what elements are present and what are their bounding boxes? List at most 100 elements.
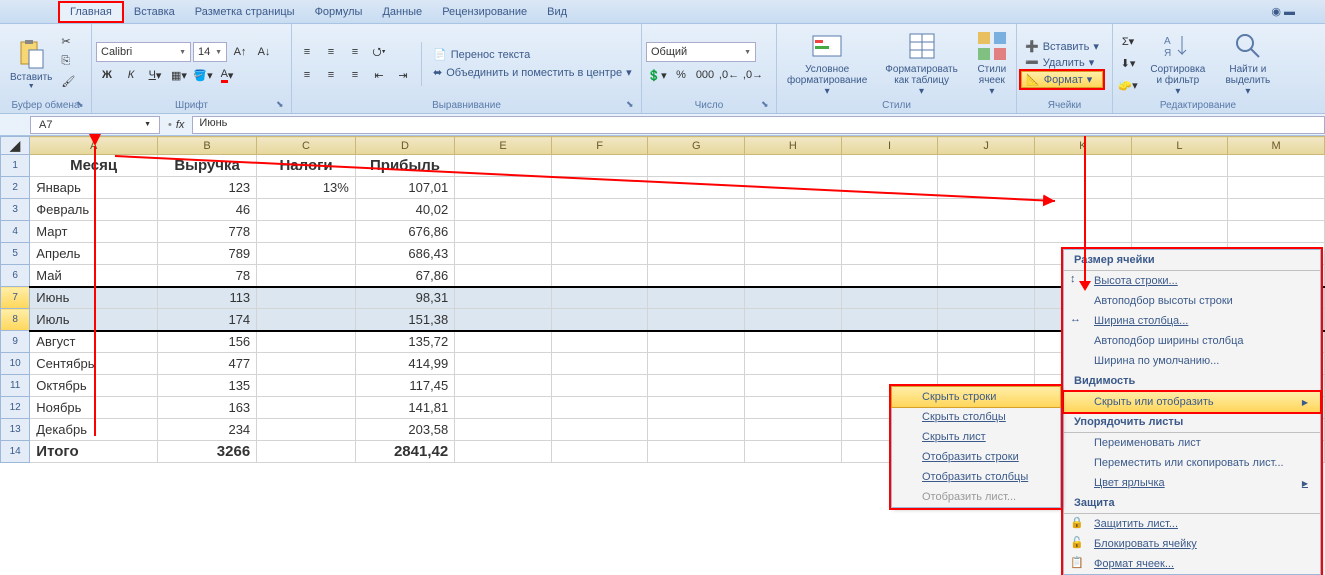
- cell[interactable]: [455, 441, 552, 463]
- cell[interactable]: 78: [158, 265, 257, 287]
- cell[interactable]: [745, 221, 842, 243]
- cell[interactable]: [938, 155, 1035, 177]
- cell[interactable]: [551, 243, 648, 265]
- cell[interactable]: [551, 155, 648, 177]
- cell[interactable]: Апрель: [30, 243, 158, 265]
- copy-icon[interactable]: ⎘: [61, 55, 81, 73]
- cell[interactable]: [1228, 221, 1325, 243]
- cell[interactable]: Налоги: [257, 155, 356, 177]
- menu-lock-cell[interactable]: 🔓Блокировать ячейку: [1064, 534, 1320, 554]
- cell[interactable]: [455, 243, 552, 265]
- col-header-H[interactable]: H: [745, 137, 842, 155]
- cell[interactable]: Октябрь: [30, 375, 158, 397]
- cell[interactable]: [938, 309, 1035, 331]
- clipboard-launcher[interactable]: ⬊: [76, 99, 88, 111]
- cell[interactable]: 2841,42: [355, 441, 454, 463]
- cell[interactable]: [551, 199, 648, 221]
- tab-home[interactable]: Главная: [58, 1, 124, 23]
- cell[interactable]: [257, 331, 356, 353]
- cell[interactable]: [938, 265, 1035, 287]
- tab-page-layout[interactable]: Разметка страницы: [185, 3, 305, 21]
- menu-autofit-col[interactable]: Автоподбор ширины столбца: [1064, 331, 1320, 351]
- cell[interactable]: Май: [30, 265, 158, 287]
- cell[interactable]: 234: [158, 419, 257, 441]
- cell[interactable]: Июнь: [30, 287, 158, 309]
- col-header-D[interactable]: D: [355, 137, 454, 155]
- cell[interactable]: Итого: [30, 441, 158, 463]
- cell[interactable]: Месяц: [30, 155, 158, 177]
- row-header[interactable]: 9: [1, 331, 30, 353]
- cell[interactable]: [648, 287, 745, 309]
- delete-cells-button[interactable]: ➖ Удалить ▾: [1021, 55, 1103, 70]
- cell[interactable]: [257, 243, 356, 265]
- cell[interactable]: [648, 199, 745, 221]
- cell[interactable]: Февраль: [30, 199, 158, 221]
- alignment-launcher[interactable]: ⬊: [626, 99, 638, 111]
- cell[interactable]: [745, 397, 842, 419]
- cell[interactable]: [745, 155, 842, 177]
- cell[interactable]: Январь: [30, 177, 158, 199]
- format-painter-icon[interactable]: 🖌: [61, 75, 81, 93]
- number-launcher[interactable]: ⬊: [761, 99, 773, 111]
- row-header[interactable]: 10: [1, 353, 30, 375]
- fill-icon[interactable]: ⬇▾: [1117, 54, 1139, 74]
- cell[interactable]: [551, 309, 648, 331]
- col-header-M[interactable]: M: [1228, 137, 1325, 155]
- font-color-icon[interactable]: A▾: [216, 65, 238, 85]
- cell[interactable]: 123: [158, 177, 257, 199]
- row-header[interactable]: 4: [1, 221, 30, 243]
- select-all-corner[interactable]: ◢: [1, 137, 30, 155]
- menu-rename-sheet[interactable]: Переименовать лист: [1064, 433, 1320, 453]
- row-header[interactable]: 3: [1, 199, 30, 221]
- cell[interactable]: Август: [30, 331, 158, 353]
- dec-decimal-icon[interactable]: ,0→: [742, 65, 764, 85]
- cell[interactable]: [551, 419, 648, 441]
- cell[interactable]: [455, 265, 552, 287]
- cell-styles-button[interactable]: Стили ячеек▾: [970, 28, 1014, 99]
- find-select-button[interactable]: Найти и выделить▾: [1217, 28, 1279, 99]
- cell[interactable]: [745, 353, 842, 375]
- cell[interactable]: [1034, 199, 1131, 221]
- cell[interactable]: 203,58: [355, 419, 454, 441]
- name-box[interactable]: A7▼: [30, 116, 160, 134]
- cell[interactable]: [257, 375, 356, 397]
- cell[interactable]: [841, 199, 938, 221]
- cell[interactable]: [1131, 155, 1228, 177]
- format-cells-button[interactable]: 📐 Формат ▾: [1021, 71, 1103, 88]
- cell[interactable]: 789: [158, 243, 257, 265]
- cell[interactable]: [745, 177, 842, 199]
- format-as-table-button[interactable]: Форматировать как таблицу▾: [879, 28, 964, 99]
- col-header-A[interactable]: A: [30, 137, 158, 155]
- border-icon[interactable]: ▦▾: [168, 65, 190, 85]
- tab-insert[interactable]: Вставка: [124, 3, 185, 21]
- cell[interactable]: [745, 243, 842, 265]
- cell[interactable]: [648, 331, 745, 353]
- col-header-C[interactable]: C: [257, 137, 356, 155]
- cell[interactable]: [551, 265, 648, 287]
- formula-input[interactable]: Июнь: [192, 116, 1325, 134]
- paste-button[interactable]: Вставить ▼: [4, 36, 58, 92]
- cell[interactable]: [841, 177, 938, 199]
- cell[interactable]: [551, 397, 648, 419]
- cell[interactable]: [1131, 177, 1228, 199]
- align-bottom-icon[interactable]: ≡: [344, 42, 366, 62]
- cell[interactable]: 174: [158, 309, 257, 331]
- row-header[interactable]: 13: [1, 419, 30, 441]
- underline-icon[interactable]: Ч▾: [144, 65, 166, 85]
- cell[interactable]: [455, 397, 552, 419]
- cell[interactable]: [551, 331, 648, 353]
- insert-cells-button[interactable]: ➕ Вставить ▾: [1021, 39, 1103, 54]
- cell[interactable]: 67,86: [355, 265, 454, 287]
- shrink-font-icon[interactable]: A↓: [253, 42, 275, 62]
- tab-review[interactable]: Рецензирование: [432, 3, 537, 21]
- cancel-icon[interactable]: •: [168, 119, 172, 131]
- sort-filter-button[interactable]: AЯ Сортировка и фильтр▾: [1142, 28, 1214, 99]
- cell[interactable]: [841, 155, 938, 177]
- cell[interactable]: [648, 441, 745, 463]
- cell[interactable]: 477: [158, 353, 257, 375]
- cell[interactable]: [648, 419, 745, 441]
- menu-format-cells[interactable]: 📋Формат ячеек...: [1064, 554, 1320, 574]
- submenu-show-cols[interactable]: Отобразить столбцы: [892, 467, 1060, 487]
- clear-icon[interactable]: 🧽▾: [1117, 76, 1139, 96]
- cell[interactable]: [551, 375, 648, 397]
